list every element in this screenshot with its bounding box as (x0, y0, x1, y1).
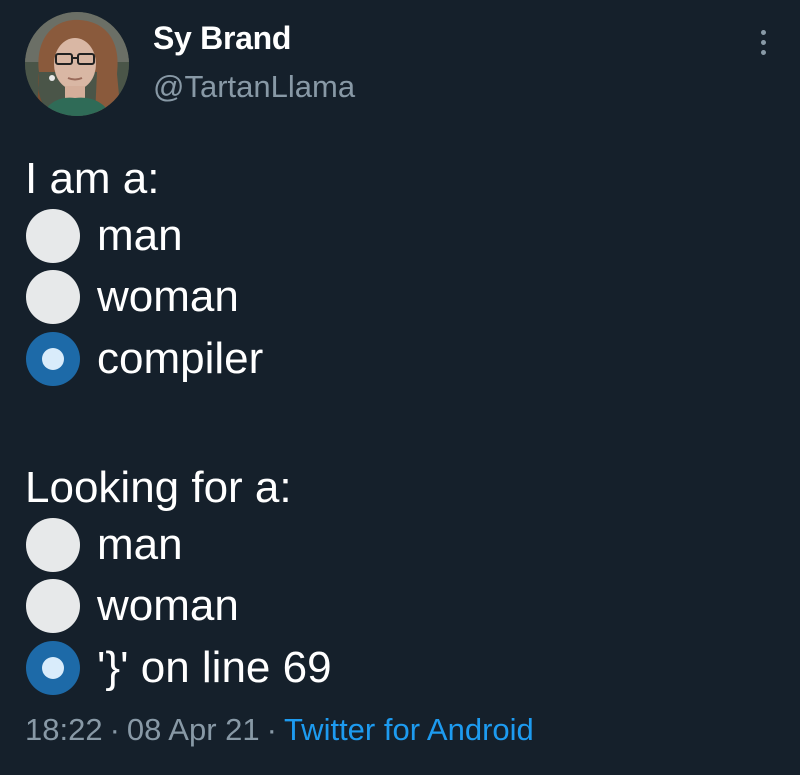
tweet-time[interactable]: 18:22 (25, 712, 103, 747)
radio-unselected-icon[interactable] (26, 209, 80, 263)
tweet: Sy Brand @TartanLlama I am a: man woman … (0, 0, 800, 775)
radio-option[interactable]: woman (26, 579, 239, 633)
radio-option[interactable]: man (26, 209, 183, 263)
option-label: '}' on line 69 (97, 643, 332, 692)
option-label: woman (97, 581, 239, 630)
radio-option-selected[interactable]: '}' on line 69 (26, 641, 332, 695)
radio-unselected-icon[interactable] (26, 270, 80, 324)
option-label: man (97, 211, 183, 260)
option-label: man (97, 520, 183, 569)
tweet-date[interactable]: 08 Apr 21 (127, 712, 260, 747)
radio-option-selected[interactable]: compiler (26, 332, 263, 386)
radio-unselected-icon[interactable] (26, 518, 80, 572)
radio-selected-icon[interactable] (26, 641, 80, 695)
option-label: woman (97, 272, 239, 321)
avatar[interactable] (25, 12, 129, 116)
separator: · (266, 712, 277, 747)
more-vertical-icon-dot (760, 49, 766, 55)
radio-option[interactable]: man (26, 518, 183, 572)
profile-photo-icon (25, 12, 129, 116)
tweet-metadata: 18:22 · 08 Apr 21 · Twitter for Android (25, 712, 534, 748)
radio-option[interactable]: woman (26, 270, 239, 324)
section-heading: I am a: (25, 154, 160, 203)
radio-selected-icon[interactable] (26, 332, 80, 386)
separator: · (109, 712, 120, 747)
display-name[interactable]: Sy Brand (153, 20, 291, 57)
section-heading: Looking for a: (25, 463, 292, 512)
option-label: compiler (97, 334, 264, 383)
more-vertical-icon (760, 29, 766, 35)
radio-unselected-icon[interactable] (26, 579, 80, 633)
more-options-button[interactable] (748, 24, 778, 60)
more-vertical-icon-dot (760, 39, 766, 45)
source-link[interactable]: Twitter for Android (284, 712, 534, 747)
user-handle[interactable]: @TartanLlama (153, 69, 355, 105)
